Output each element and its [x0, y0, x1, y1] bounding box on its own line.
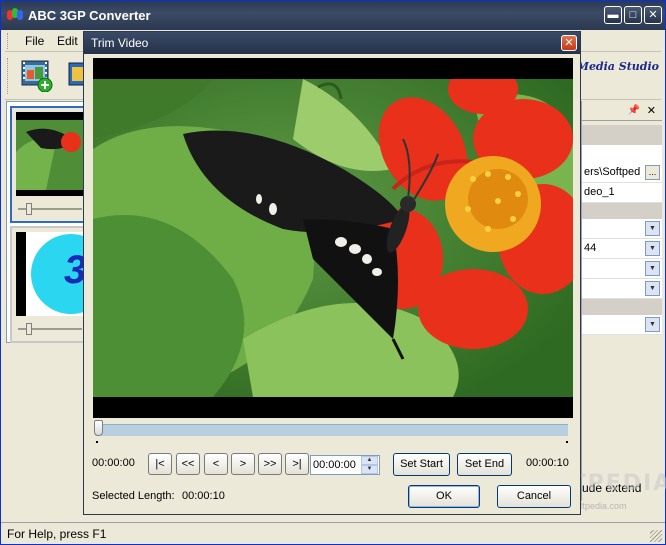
dropdown-icon[interactable]: ▼	[645, 261, 660, 276]
add-video-icon[interactable]	[21, 58, 53, 93]
thumbnail-item-1[interactable]	[10, 106, 86, 223]
spin-up-icon[interactable]: ▲	[361, 456, 378, 465]
property-row[interactable]: ▼	[582, 259, 662, 279]
trim-video-dialog: Trim Video ✕ 00:00:00 |< << < > >> >| 00…	[83, 31, 581, 515]
property-value: deo_1	[584, 186, 615, 198]
resize-grip[interactable]	[650, 530, 662, 542]
menu-grip	[7, 33, 10, 49]
dialog-title: Trim Video	[91, 36, 149, 50]
thumbnail-slider-handle[interactable]	[26, 323, 32, 335]
properties-close-icon[interactable]: ✕	[647, 104, 656, 117]
start-time-label: 00:00:00	[92, 457, 135, 469]
status-bar: For Help, press F1	[1, 522, 665, 544]
spin-down-icon[interactable]: ▼	[361, 465, 378, 474]
property-row-rate[interactable]: 44 ▼	[582, 239, 662, 259]
dropdown-icon[interactable]: ▼	[645, 221, 660, 236]
property-row-name[interactable]: deo_1	[582, 183, 662, 203]
selected-length-value: 00:00:10	[182, 490, 225, 502]
forward-button[interactable]: >>	[258, 453, 282, 475]
browse-button[interactable]: ...	[645, 165, 660, 180]
set-end-button[interactable]: Set End	[457, 453, 512, 476]
seek-end-tick	[566, 441, 568, 443]
property-row	[582, 145, 662, 165]
property-value: 44	[584, 242, 597, 254]
dialog-close-button[interactable]: ✕	[561, 35, 577, 51]
seek-handle[interactable]	[94, 420, 103, 436]
seek-start-tick	[96, 441, 98, 443]
dialog-title-bar[interactable]: Trim Video ✕	[84, 32, 580, 54]
minimize-button[interactable]: ▬	[604, 6, 622, 24]
properties-header: 📌 ✕	[582, 101, 662, 121]
thumbnail-image	[16, 112, 86, 196]
close-button[interactable]: ✕	[644, 6, 662, 24]
dropdown-icon[interactable]: ▼	[645, 317, 660, 332]
window-title: ABC 3GP Converter	[28, 8, 151, 23]
thumbnail-list[interactable]: 3	[6, 101, 111, 343]
dropdown-icon[interactable]: ▼	[645, 241, 660, 256]
cancel-button[interactable]: Cancel	[497, 485, 571, 508]
menu-file[interactable]: File	[25, 34, 44, 48]
property-row[interactable]: ▼	[582, 315, 662, 335]
app-icon	[7, 8, 23, 22]
property-row[interactable]: ▼	[582, 279, 662, 299]
property-category	[582, 125, 662, 145]
seek-track[interactable]	[95, 424, 568, 436]
ok-button[interactable]: OK	[408, 485, 480, 508]
end-time-label: 00:00:10	[526, 457, 569, 469]
last-frame-button[interactable]: >|	[285, 453, 309, 475]
thumbnail-item-2[interactable]: 3	[10, 226, 111, 343]
status-text: For Help, press F1	[7, 527, 107, 541]
selected-length-label: Selected Length:	[92, 490, 175, 502]
video-preview	[93, 58, 573, 418]
menu-edit[interactable]: Edit	[57, 34, 78, 48]
position-time-value: 00:00:00	[313, 459, 356, 471]
toolbar-grip	[7, 58, 10, 94]
maximize-button[interactable]: □	[624, 6, 642, 24]
first-frame-button[interactable]: |<	[148, 453, 172, 475]
property-value: ers\Softped	[584, 166, 641, 178]
dropdown-icon[interactable]: ▼	[645, 281, 660, 296]
property-row-path[interactable]: ers\Softped ...	[582, 163, 662, 183]
thumbnail-slider-handle[interactable]	[26, 203, 32, 215]
pin-icon[interactable]: 📌	[628, 105, 640, 116]
rewind-button[interactable]: <<	[176, 453, 200, 475]
next-frame-button[interactable]: >	[231, 453, 255, 475]
video-frame	[93, 79, 573, 397]
title-bar[interactable]: ABC 3GP Converter ▬ □ ✕	[1, 1, 665, 30]
prev-frame-button[interactable]: <	[204, 453, 228, 475]
properties-panel: 📌 ✕ ers\Softped ... deo_1 ▼ 44 ▼ ▼ ▼ ▼ u	[581, 101, 662, 501]
property-row[interactable]: ▼	[582, 219, 662, 239]
time-spinner[interactable]: ▲ ▼	[361, 456, 378, 474]
set-start-button[interactable]: Set Start	[393, 453, 450, 476]
